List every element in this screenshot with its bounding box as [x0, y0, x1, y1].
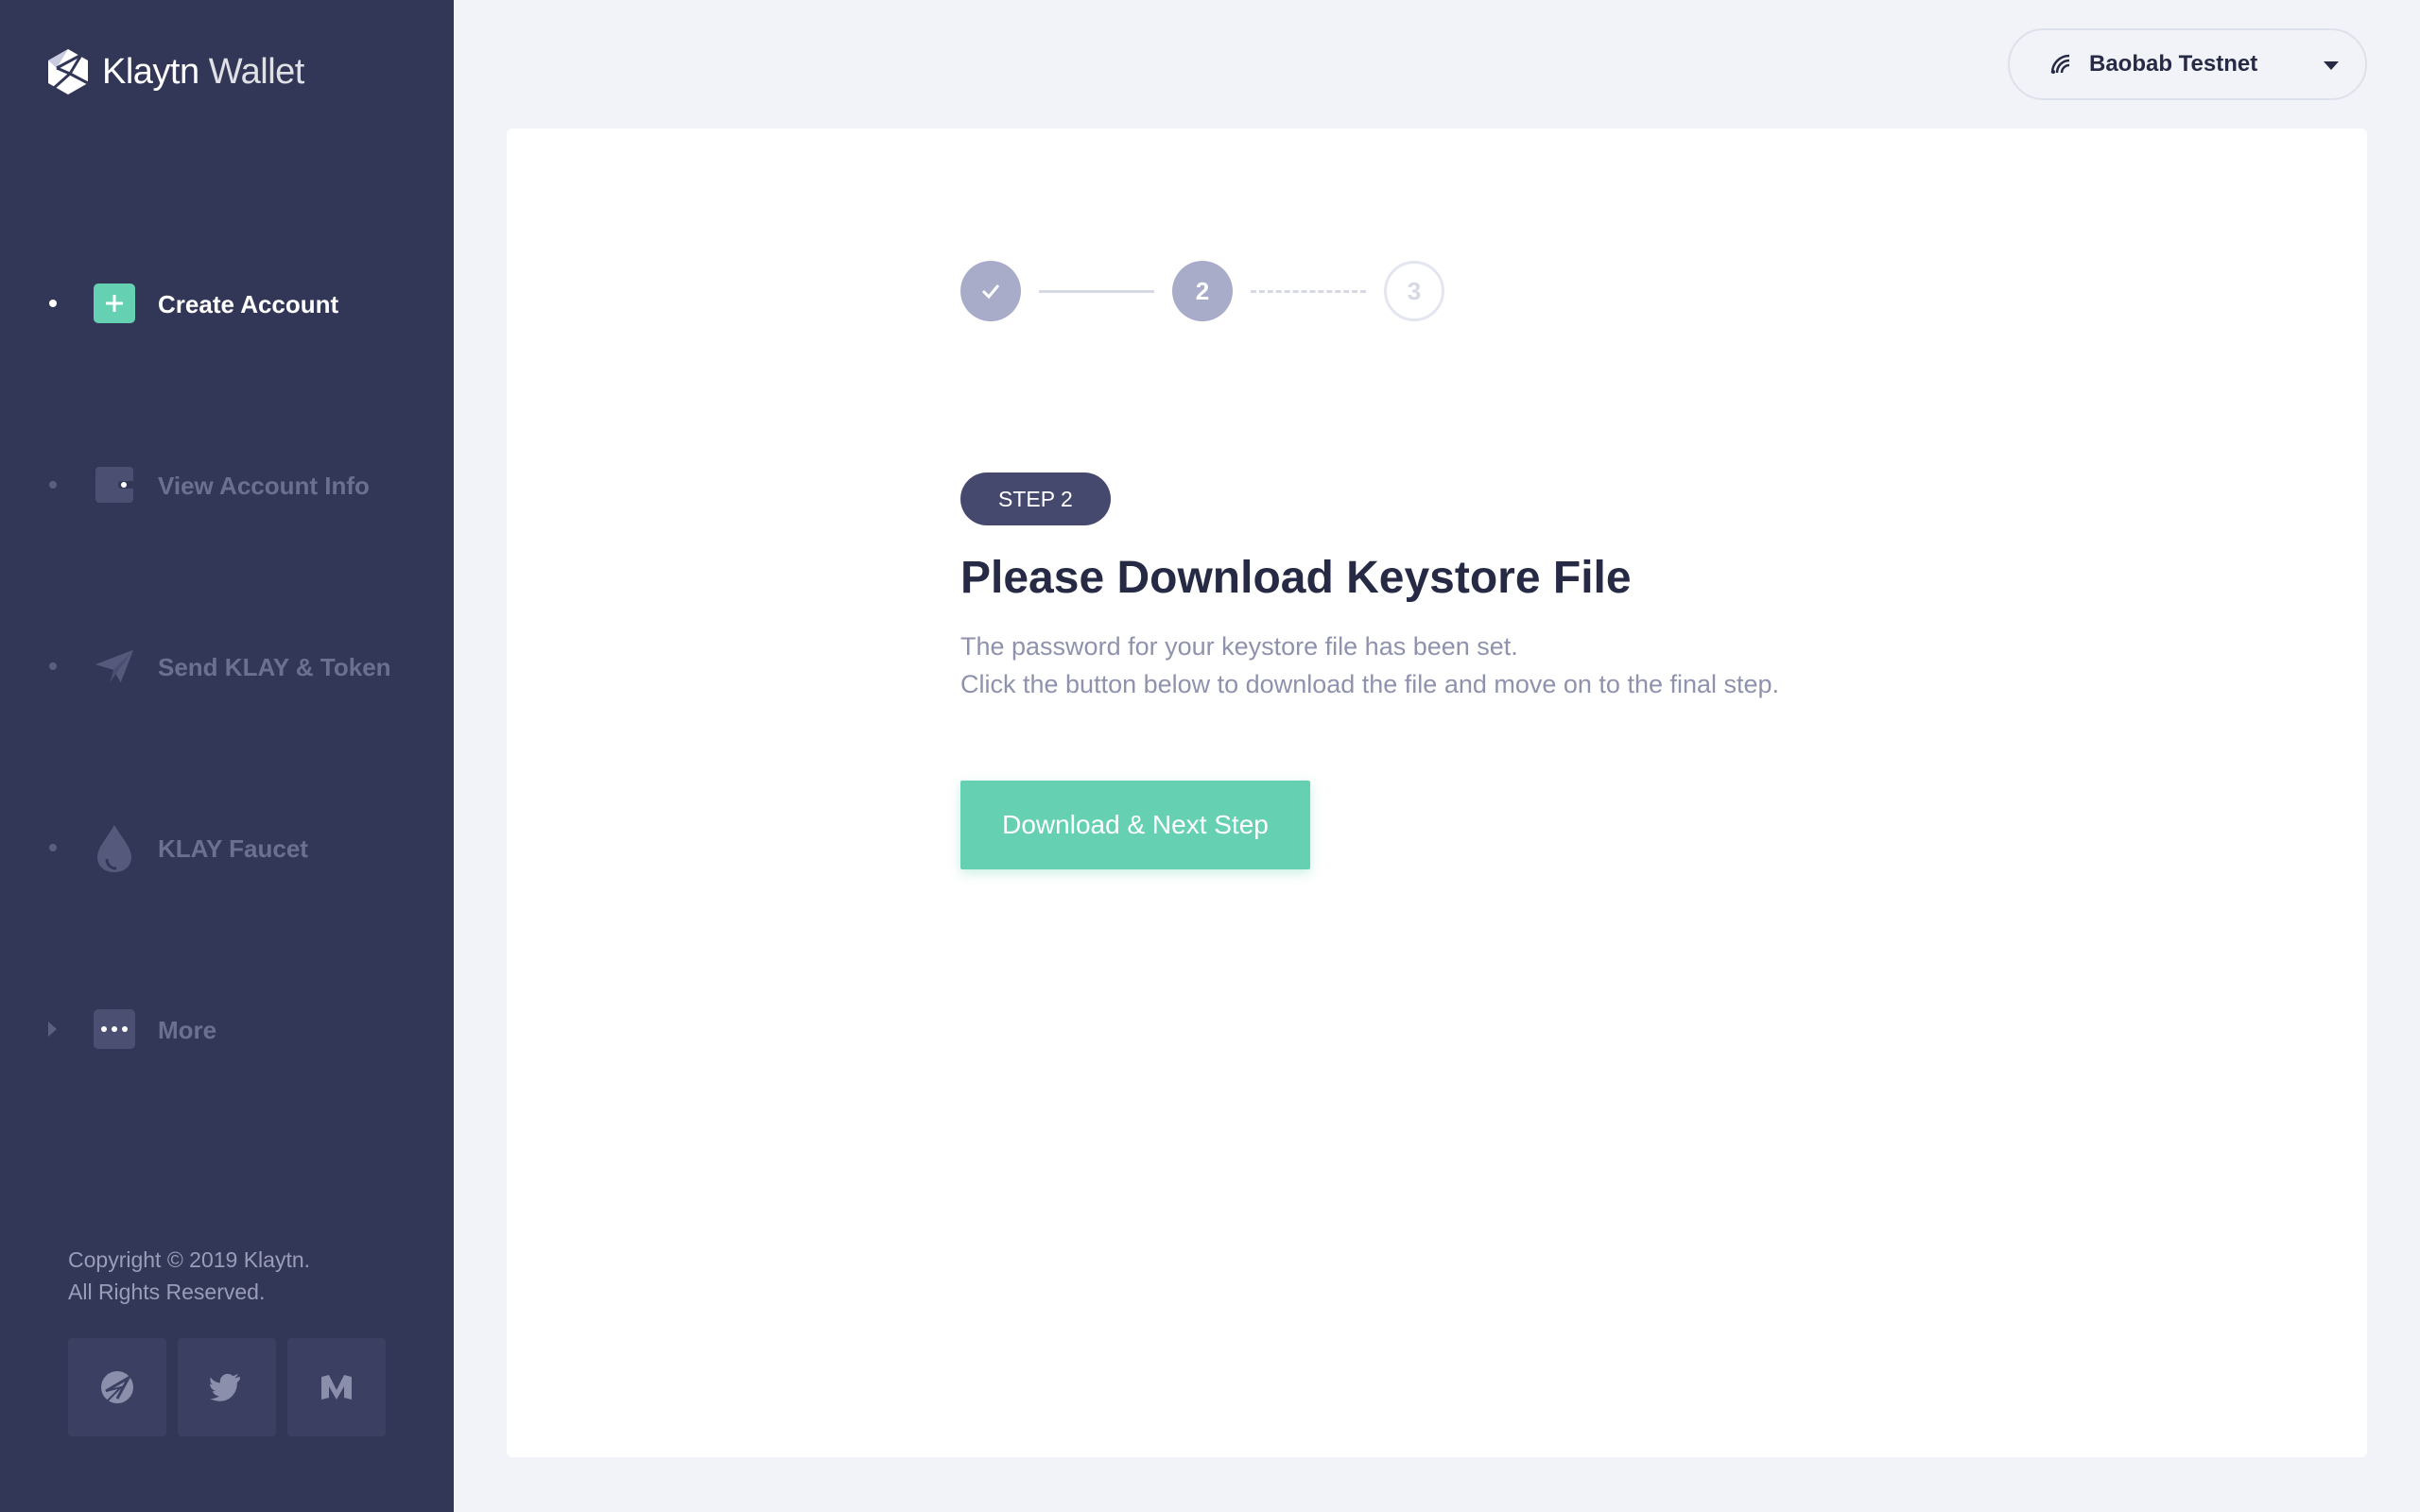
- step-2-current: 2: [1172, 261, 1233, 321]
- social-links: [68, 1338, 386, 1436]
- sidebar-item-send-klay-token[interactable]: Send KLAY & Token: [0, 638, 454, 695]
- klaytn-link-button[interactable]: [68, 1338, 166, 1436]
- more-dots-icon: [94, 1009, 135, 1049]
- signal-icon: [2050, 54, 2070, 74]
- step-1-complete: [960, 261, 1021, 321]
- sidebar: Klaytn Wallet Create Account View Accoun…: [0, 0, 454, 1512]
- paper-plane-icon: [94, 646, 135, 686]
- bullet: [49, 662, 57, 670]
- sidebar-item-label: Send KLAY & Token: [158, 653, 391, 681]
- sidebar-item-view-account-info[interactable]: View Account Info: [0, 456, 454, 513]
- main-card: 2 3 STEP 2 Please Download Keystore File…: [507, 129, 2367, 1457]
- drop-icon: [94, 825, 135, 872]
- sidebar-item-more[interactable]: More: [0, 1001, 454, 1057]
- step-connector-pending: [1251, 290, 1366, 293]
- klaytn-icon: [101, 1371, 133, 1403]
- klaytn-wallet-logo[interactable]: Klaytn Wallet: [43, 47, 304, 96]
- wallet-icon: [94, 465, 135, 505]
- medium-icon: [321, 1375, 352, 1400]
- twitter-icon: [210, 1373, 240, 1401]
- check-icon: [981, 284, 1000, 300]
- step-badge: STEP 2: [960, 472, 1111, 525]
- klaytn-logo-icon: [48, 49, 89, 94]
- network-selector[interactable]: Baobab Testnet: [2008, 28, 2367, 100]
- sidebar-item-klay-faucet[interactable]: KLAY Faucet: [0, 819, 454, 876]
- network-label: Baobab Testnet: [2089, 51, 2258, 77]
- sidebar-item-label: View Account Info: [158, 472, 370, 500]
- brand-name: Klaytn: [102, 51, 199, 92]
- description-line: Click the button below to download the f…: [960, 670, 1780, 698]
- sidebar-item-label: Create Account: [158, 290, 339, 318]
- page-title: Please Download Keystore File: [960, 553, 1632, 603]
- sidebar-item-label: More: [158, 1016, 217, 1044]
- plus-icon: [94, 284, 135, 323]
- description-line: The password for your keystore file has …: [960, 632, 1518, 661]
- copyright-line: Copyright © 2019 Klaytn.: [68, 1247, 311, 1272]
- twitter-link-button[interactable]: [178, 1338, 276, 1436]
- chevron-down-icon: [2324, 61, 2339, 70]
- stepper: 2 3: [507, 129, 2367, 412]
- sidebar-item-label: KLAY Faucet: [158, 834, 308, 863]
- download-next-step-button[interactable]: Download & Next Step: [960, 781, 1310, 869]
- bullet: [49, 844, 57, 851]
- brand-suffix: Wallet: [208, 51, 305, 92]
- step-connector-complete: [1039, 290, 1154, 293]
- bullet: [49, 481, 57, 489]
- sidebar-item-create-account[interactable]: Create Account: [0, 275, 454, 332]
- active-bullet: [49, 300, 57, 307]
- chevron-right-icon: [48, 1022, 57, 1037]
- step-3-pending: 3: [1384, 261, 1444, 321]
- medium-link-button[interactable]: [287, 1338, 386, 1436]
- rights-line: All Rights Reserved.: [68, 1280, 266, 1304]
- copyright: Copyright © 2019 Klaytn. All Rights Rese…: [68, 1244, 310, 1308]
- description: The password for your keystore file has …: [960, 627, 1779, 703]
